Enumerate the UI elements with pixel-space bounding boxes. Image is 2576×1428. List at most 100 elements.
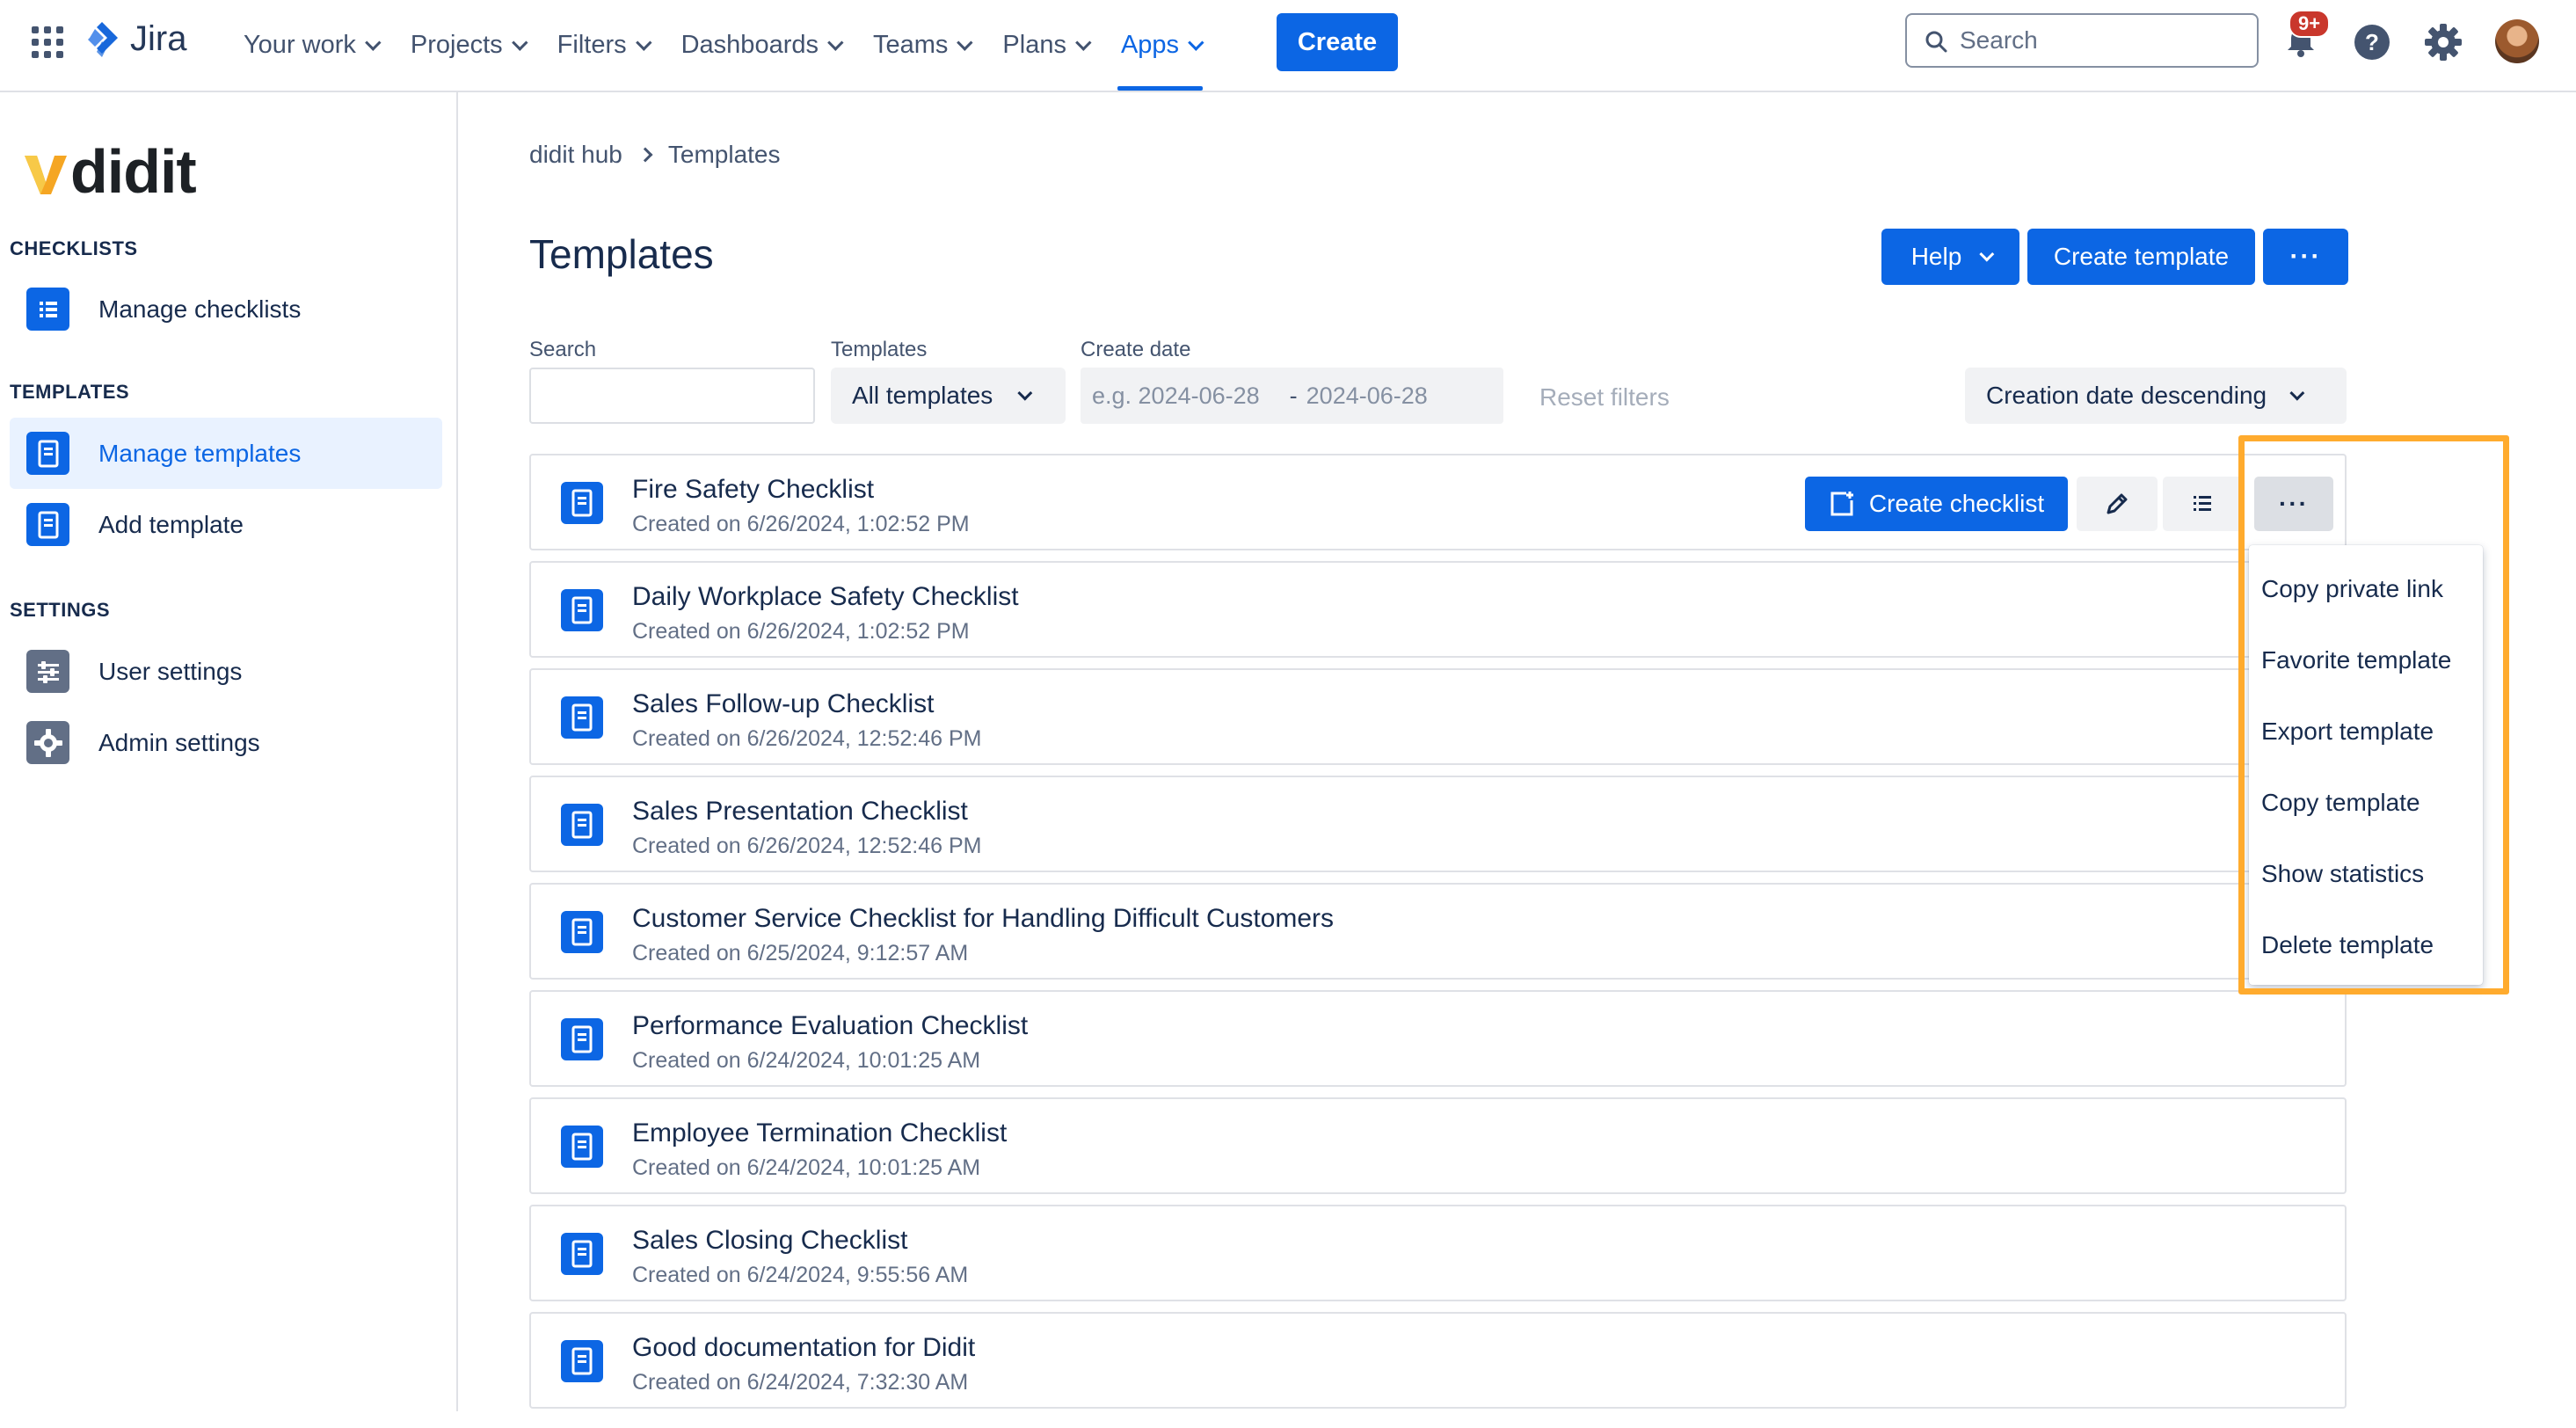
create-date-range: e.g. 2024-06-28 - 2024-06-28 [1081,368,1503,424]
chevron-down-icon [635,34,652,51]
didit-logo-mark-icon [25,156,67,194]
date-to-input[interactable]: 2024-06-28 [1306,382,1428,410]
template-title[interactable]: Employee Termination Checklist [632,1118,1007,1148]
highlight-annotation [2238,435,2509,994]
create-checklist-label: Create checklist [1868,490,2045,517]
template-created-date: Created on 6/24/2024, 7:32:30 AM [632,1370,969,1395]
nav-label: Your work [244,31,356,59]
nav-teams[interactable]: Teams [872,0,973,91]
template-title[interactable]: Sales Presentation Checklist [632,797,968,827]
sidebar-item-manage-templates[interactable]: Manage templates [10,418,442,489]
sidebar-item-admin-settings[interactable]: Admin settings [10,707,442,778]
svg-text:?: ? [2365,29,2379,55]
jira-logo-icon [88,21,118,57]
sidebar-item-label: Manage checklists [98,295,302,323]
template-icon [561,1126,603,1168]
breadcrumb-current[interactable]: Templates [668,141,781,169]
sidebar-item-user-settings[interactable]: User settings [10,636,442,707]
templates-filter-label: Templates [831,338,928,361]
user-avatar[interactable] [2495,19,2539,63]
template-row[interactable]: Customer Service Checklist for Handling … [529,883,2347,980]
template-row[interactable]: Employee Termination Checklist Created o… [529,1097,2347,1194]
template-created-date: Created on 6/26/2024, 1:02:52 PM [632,512,970,536]
template-title[interactable]: Sales Follow-up Checklist [632,689,934,719]
template-title[interactable]: Sales Closing Checklist [632,1226,907,1256]
nav-your-work[interactable]: Your work [244,0,382,91]
jira-logo[interactable]: Jira [84,19,186,59]
app-switcher-icon[interactable] [32,26,63,58]
breadcrumb-link-didit-hub[interactable]: didit hub [529,141,622,169]
search-placeholder: Search [1960,26,2038,54]
template-icon [561,589,603,631]
template-row[interactable]: Sales Presentation Checklist Created on … [529,776,2347,872]
global-search-input[interactable]: Search [1905,13,2259,68]
jira-product-name: Jira [130,19,187,58]
settings-gear-icon[interactable] [2423,22,2463,62]
nav-label: Teams [872,31,949,59]
nav-plans[interactable]: Plans [1002,0,1092,91]
template-icon [26,432,69,475]
didit-logo[interactable]: didit [21,136,197,207]
template-created-date: Created on 6/25/2024, 9:12:57 AM [632,941,969,965]
template-row[interactable]: Sales Closing Checklist Created on 6/24/… [529,1205,2347,1301]
create-checklist-button[interactable]: Create checklist [1805,477,2068,531]
template-row[interactable]: Sales Follow-up Checklist Created on 6/2… [529,668,2347,765]
notification-badge: 9+ [2289,10,2331,38]
template-search-input[interactable] [529,368,815,424]
search-filter-label: Search [529,338,597,361]
templates-filter-value: All templates [852,382,993,409]
sidebar-item-manage-checklists[interactable]: Manage checklists [10,273,442,345]
template-created-date: Created on 6/24/2024, 10:01:25 AM [632,1155,981,1180]
chevron-down-icon [365,34,382,51]
help-button[interactable]: Help [1881,229,2019,285]
nav-projects[interactable]: Projects [410,0,528,91]
sidebar-item-add-template[interactable]: Add template [10,489,442,560]
template-row[interactable]: Good documentation for Didit Created on … [529,1312,2347,1409]
reset-filters-button[interactable]: Reset filters [1539,383,1670,412]
template-title[interactable]: Daily Workplace Safety Checklist [632,582,1019,612]
chevron-down-icon [957,34,973,51]
templates-filter-select[interactable]: All templates [831,368,1066,424]
chevron-down-icon [1188,34,1204,51]
create-button[interactable]: Create [1277,13,1398,71]
new-document-icon [1830,492,1853,516]
chevron-right-icon [637,147,653,163]
template-title[interactable]: Fire Safety Checklist [632,475,874,505]
help-icon[interactable]: ? [2353,23,2391,62]
template-title[interactable]: Good documentation for Didit [632,1333,975,1363]
template-row[interactable]: Performance Evaluation Checklist Created… [529,990,2347,1087]
template-icon [561,911,603,953]
sidebar-item-label: Add template [98,510,244,538]
view-checklists-button[interactable] [2163,477,2244,531]
template-row[interactable]: Fire Safety Checklist Created on 6/26/20… [529,454,2347,550]
template-title[interactable]: Performance Evaluation Checklist [632,1011,1028,1041]
sidebar-item-label: Manage templates [98,439,302,467]
template-created-date: Created on 6/26/2024, 1:02:52 PM [632,619,970,644]
breadcrumb: didit hub Templates [529,141,781,169]
nav-filters[interactable]: Filters [557,0,652,91]
template-icon [561,696,603,739]
edit-template-button[interactable] [2077,477,2158,531]
nav-label: Plans [1002,31,1066,59]
chevron-down-icon [511,34,528,51]
nav-dashboards[interactable]: Dashboards [681,0,844,91]
nav-label: Projects [410,31,503,59]
template-row[interactable]: Daily Workplace Safety Checklist Created… [529,561,2347,658]
template-created-date: Created on 6/26/2024, 12:52:46 PM [632,726,982,751]
page-title: Templates [529,231,714,277]
create-template-button[interactable]: Create template [2027,229,2255,285]
template-created-date: Created on 6/26/2024, 12:52:46 PM [632,834,982,858]
didit-brand-name: didit [70,137,197,206]
main-nav: Your work Projects Filters Dashboards Te… [244,0,1233,91]
sidebar-heading-settings: SETTINGS [10,599,111,621]
more-actions-button[interactable]: ··· [2263,229,2348,285]
help-button-label: Help [1910,243,1962,270]
template-icon [561,482,603,524]
template-icon [561,1340,603,1382]
chevron-down-icon [1017,385,1033,401]
sort-order-select[interactable]: Creation date descending [1965,368,2347,424]
date-from-input[interactable]: e.g. 2024-06-28 [1092,382,1260,410]
template-title[interactable]: Customer Service Checklist for Handling … [632,904,1334,934]
nav-apps[interactable]: Apps [1117,0,1204,91]
sidebar-item-label: Admin settings [98,728,260,756]
